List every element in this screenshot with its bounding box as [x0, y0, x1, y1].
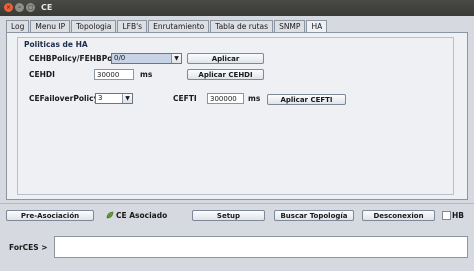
cehdi-input[interactable]: 30000 — [94, 69, 134, 80]
leaf-status-icon — [106, 211, 114, 219]
group-title: Politicas de HA — [24, 40, 88, 49]
failover-policy-value: 3 — [98, 94, 103, 102]
minimize-window-button[interactable]: – — [15, 3, 24, 12]
cefti-input[interactable]: 300000 — [207, 93, 244, 104]
hb-checkbox[interactable] — [442, 211, 451, 220]
cefti-label: CEFTI — [173, 94, 197, 103]
title-bar: × – □ CE — [0, 0, 474, 16]
tab-enrutamiento[interactable]: Enrutamiento — [148, 20, 210, 32]
aplicar-button[interactable]: Aplicar — [187, 53, 264, 64]
cehb-policy-value: 0/0 — [114, 54, 126, 62]
chevron-down-icon: ▼ — [122, 94, 132, 103]
aplicar-cehdi-button[interactable]: Aplicar CEHDI — [187, 69, 264, 80]
tab-log[interactable]: Log — [6, 20, 30, 32]
bottom-separator — [0, 203, 474, 204]
tab-lfbs[interactable]: LFB's — [117, 20, 148, 32]
forces-prompt: ForCES > — [9, 243, 48, 252]
status-text: CE Asociado — [116, 211, 168, 220]
cehb-policy-select[interactable]: 0/0 ▼ — [111, 53, 182, 64]
aplicar-cefti-button[interactable]: Aplicar CEFTI — [267, 94, 346, 105]
cehdi-label: CEHDI — [29, 70, 55, 79]
desconexion-button[interactable]: Desconexion — [362, 210, 435, 221]
tab-bar: Log Menu IP Topologia LFB's Enrutamiento… — [6, 20, 328, 32]
tab-menu-ip[interactable]: Menu IP — [30, 20, 71, 32]
failover-policy-label: CEFailoverPolicy — [29, 94, 99, 103]
setup-button[interactable]: Setup — [192, 210, 265, 221]
hb-label: HB — [452, 211, 464, 220]
chevron-down-icon: ▼ — [171, 54, 181, 63]
failover-policy-select[interactable]: 3 ▼ — [95, 93, 133, 104]
cehdi-unit: ms — [140, 70, 153, 79]
tab-snmp[interactable]: SNMP — [274, 20, 306, 32]
window-title: CE — [41, 3, 53, 12]
tab-topologia[interactable]: Topologia — [71, 20, 117, 32]
forces-command-input[interactable] — [54, 236, 468, 258]
tab-tabla-de-rutas[interactable]: Tabla de rutas — [210, 20, 274, 32]
maximize-window-button[interactable]: □ — [26, 3, 35, 12]
pre-asociacion-button[interactable]: Pre-Asociación — [6, 210, 94, 221]
buscar-topologia-button[interactable]: Buscar Topología — [274, 210, 354, 221]
tab-ha[interactable]: HA — [306, 20, 328, 32]
cefti-unit: ms — [248, 94, 261, 103]
close-window-button[interactable]: × — [4, 3, 13, 12]
